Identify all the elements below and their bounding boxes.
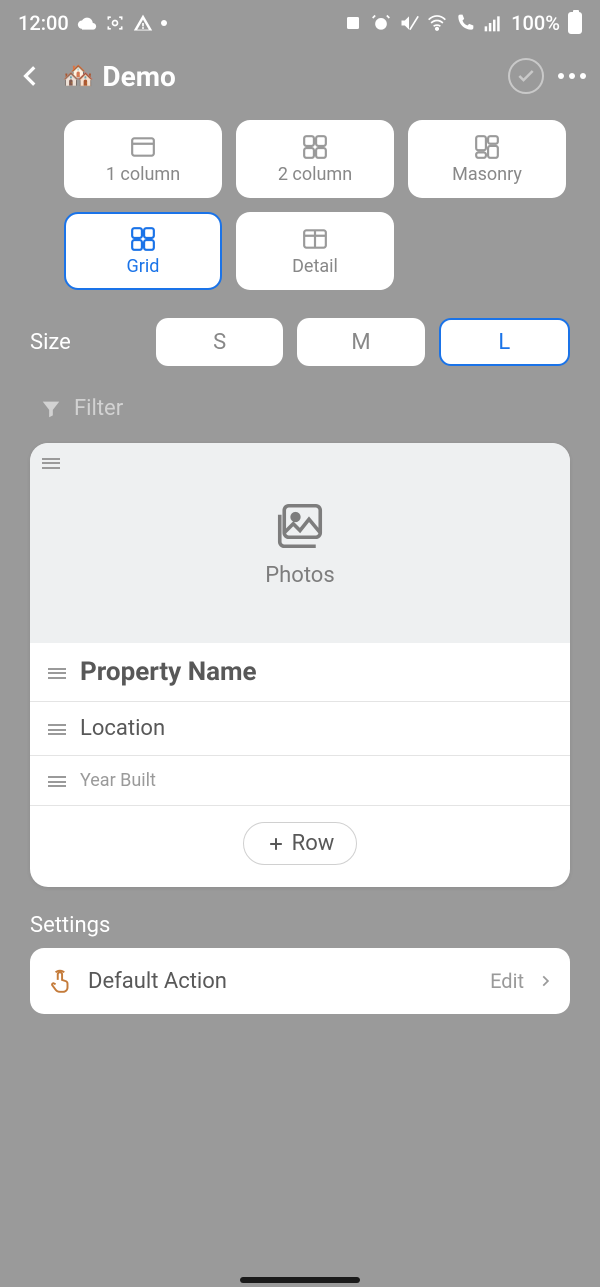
media-slot[interactable]: Photos xyxy=(30,443,570,643)
mute-icon xyxy=(399,13,419,33)
layout-one-column[interactable]: 1 column xyxy=(64,120,222,198)
battery-percent: 100% xyxy=(511,11,560,35)
houses-icon: 🏘️ xyxy=(62,61,94,91)
two-column-icon xyxy=(300,134,330,160)
preview-rows: Property Name Location Year Built xyxy=(30,643,570,806)
row-label: Location xyxy=(80,716,165,741)
size-row: Size S M L xyxy=(0,290,600,366)
masonry-icon xyxy=(472,134,502,160)
battery-icon xyxy=(568,12,582,34)
drag-handle-icon[interactable] xyxy=(48,665,66,679)
layout-detail[interactable]: Detail xyxy=(236,212,394,290)
one-column-icon xyxy=(128,134,158,160)
layout-grid[interactable]: Grid xyxy=(64,212,222,290)
filter-icon xyxy=(40,398,62,420)
layout-label: Grid xyxy=(127,256,160,277)
default-action-row[interactable]: Default Action Edit xyxy=(30,948,570,1014)
layout-label: Masonry xyxy=(452,164,522,185)
status-dot-icon xyxy=(161,20,167,26)
filter-button[interactable]: Filter xyxy=(0,366,600,421)
detail-icon xyxy=(300,226,330,252)
row-label: Property Name xyxy=(80,657,257,687)
preview-row[interactable]: Location xyxy=(30,702,570,756)
add-row-label: Row xyxy=(292,831,335,856)
add-row-button[interactable]: Row xyxy=(243,822,358,865)
drag-handle-icon[interactable] xyxy=(48,722,66,736)
chevron-right-icon xyxy=(538,970,552,992)
alarm-icon xyxy=(371,13,391,33)
page-title: Demo xyxy=(102,60,508,93)
filter-label: Filter xyxy=(74,396,123,421)
layout-label: Detail xyxy=(292,256,338,277)
wifi-icon xyxy=(427,13,447,33)
photos-icon xyxy=(269,499,331,553)
default-action-value: Edit xyxy=(490,969,524,993)
grid-icon xyxy=(128,226,158,252)
confirm-button[interactable] xyxy=(508,58,544,94)
status-bar: 12:00 100% xyxy=(0,0,600,46)
layout-label: 2 column xyxy=(278,164,352,185)
cloud-icon xyxy=(77,13,97,33)
warning-icon xyxy=(133,13,153,33)
layout-masonry[interactable]: Masonry xyxy=(408,120,566,198)
drag-handle-icon[interactable] xyxy=(42,455,60,469)
status-time: 12:00 xyxy=(18,11,69,35)
size-l[interactable]: L xyxy=(439,318,570,366)
drag-handle-icon[interactable] xyxy=(48,774,66,788)
layout-options: 1 column 2 column Masonry Grid Detail xyxy=(0,106,600,290)
screenshot-icon xyxy=(105,13,125,33)
app-header: 🏘️ Demo xyxy=(0,46,600,106)
tap-icon xyxy=(48,968,74,994)
layout-label: 1 column xyxy=(106,164,180,185)
settings-heading: Settings xyxy=(0,887,600,948)
more-button[interactable] xyxy=(558,73,586,79)
card-preview: Photos Property Name Location Year Built… xyxy=(30,443,570,887)
size-s[interactable]: S xyxy=(156,318,283,366)
media-label: Photos xyxy=(265,563,334,588)
preview-row[interactable]: Year Built xyxy=(30,756,570,806)
plus-icon xyxy=(266,834,286,854)
size-m[interactable]: M xyxy=(297,318,424,366)
row-label: Year Built xyxy=(80,770,156,791)
card-icon xyxy=(343,13,363,33)
call-icon xyxy=(455,13,475,33)
nav-handle[interactable] xyxy=(240,1277,360,1283)
back-button[interactable] xyxy=(14,59,48,93)
preview-row[interactable]: Property Name xyxy=(30,643,570,702)
size-label: Size xyxy=(30,330,142,355)
signal-icon xyxy=(483,13,503,33)
layout-two-column[interactable]: 2 column xyxy=(236,120,394,198)
default-action-label: Default Action xyxy=(88,969,227,994)
